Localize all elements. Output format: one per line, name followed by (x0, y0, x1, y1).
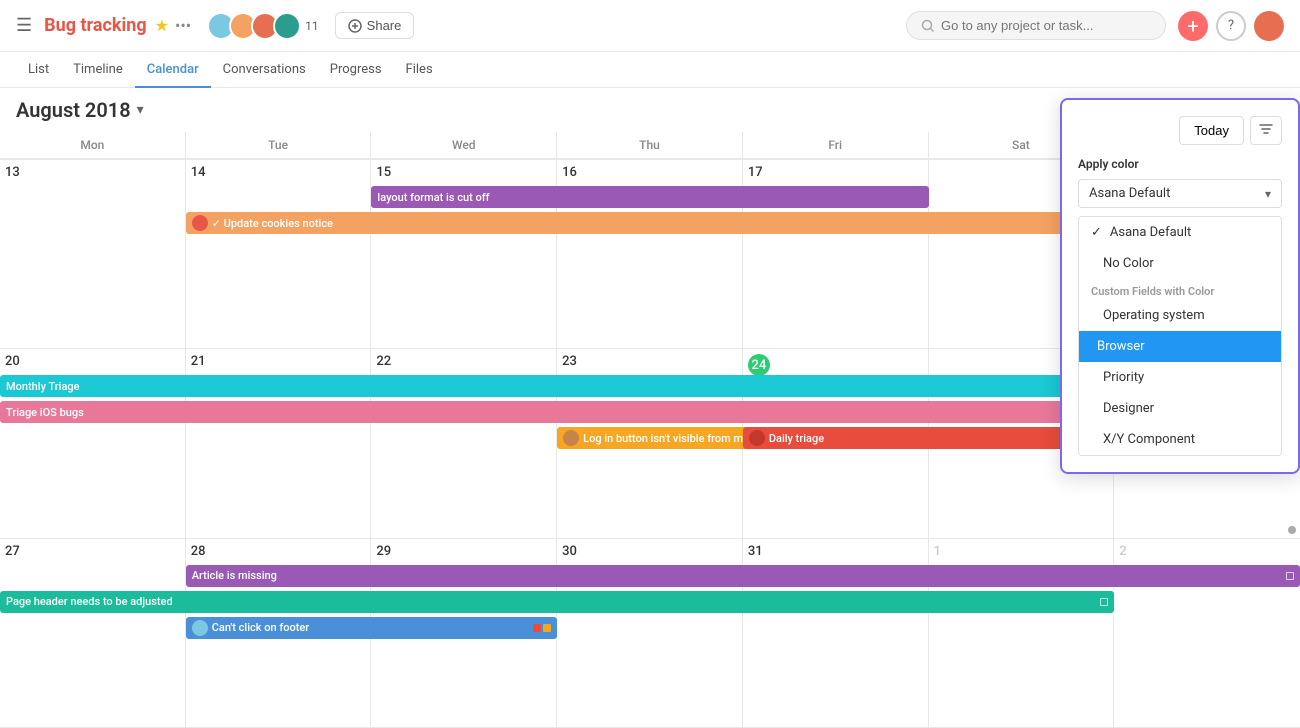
color-option-no-color[interactable]: No Color (1079, 248, 1281, 279)
day-number: 21 (191, 354, 366, 369)
menu-icon[interactable]: ☰ (16, 15, 32, 36)
day-14: 14 (186, 160, 372, 348)
tab-calendar[interactable]: Calendar (135, 52, 211, 88)
day-number: 29 (376, 544, 551, 559)
tab-list[interactable]: List (16, 52, 61, 88)
scroll-indicator (1288, 526, 1296, 534)
event-article-missing[interactable]: Article is missing (186, 565, 1300, 587)
color-option-operating-system[interactable]: Operating system (1079, 300, 1281, 331)
day-number: 16 (562, 165, 737, 180)
day-header-wed: Wed (371, 132, 557, 159)
day-number-today: 24 (748, 354, 770, 376)
search-bar[interactable] (906, 11, 1166, 40)
calendar-area: August 2018 ▾ Mon Tue Wed Thu Fri Sat Su… (0, 88, 1300, 728)
color-option-priority[interactable]: Priority (1079, 362, 1281, 393)
avatar-group: 11 (207, 12, 319, 40)
event-cant-click-footer[interactable]: Can't click on footer (186, 617, 557, 639)
day-number: 14 (191, 165, 366, 180)
color-option-designer[interactable]: Designer (1079, 393, 1281, 424)
day-number: 27 (5, 544, 180, 559)
filter-button[interactable] (1250, 116, 1282, 145)
user-avatar[interactable] (1254, 11, 1284, 41)
topbar: ☰ Bug tracking ★ ••• 11 Share + ? (0, 0, 1300, 52)
day-number: 31 (748, 544, 923, 559)
day-header-mon: Mon (0, 132, 186, 159)
share-button[interactable]: Share (335, 12, 415, 39)
day-number: 2 (1119, 544, 1295, 559)
nav-tabs: List Timeline Calendar Conversations Pro… (0, 52, 1300, 88)
star-icon[interactable]: ★ (155, 16, 169, 35)
color-section-custom-fields: Custom Fields with Color (1079, 279, 1281, 300)
day-number: 13 (5, 165, 180, 180)
day-number: 22 (376, 354, 551, 369)
project-title: Bug tracking (44, 15, 146, 36)
event-triage-ios[interactable]: Triage iOS bugs (0, 401, 1114, 423)
day-number: 15 (376, 165, 551, 180)
day-number: 30 (562, 544, 737, 559)
event-page-header[interactable]: Page header needs to be adjusted (0, 591, 1114, 613)
tab-timeline[interactable]: Timeline (61, 52, 135, 88)
day-27: 27 (0, 539, 186, 727)
search-input[interactable] (941, 18, 1141, 33)
day-number: 17 (748, 165, 923, 180)
color-options-list: Asana Default No Color Custom Fields wit… (1078, 216, 1282, 456)
event-daily-triage[interactable]: Daily triage (743, 427, 1114, 449)
day-number: 23 (562, 354, 737, 369)
day-13: 13 (0, 160, 186, 348)
day-number: 28 (191, 544, 366, 559)
member-count: 11 (305, 19, 319, 33)
day-number: 1 (934, 544, 1109, 559)
tab-conversations[interactable]: Conversations (211, 52, 318, 88)
month-title: August 2018 (16, 98, 131, 122)
apply-color-label: Apply color (1078, 157, 1282, 171)
color-option-browser[interactable]: Browser (1079, 331, 1281, 362)
help-button[interactable]: ? (1216, 11, 1246, 41)
day-header-tue: Tue (186, 132, 372, 159)
day-number: 20 (5, 354, 180, 369)
month-dropdown-icon[interactable]: ▾ (137, 102, 144, 118)
day-header-thu: Thu (557, 132, 743, 159)
color-option-asana-default[interactable]: Asana Default (1079, 217, 1281, 248)
tab-files[interactable]: Files (394, 52, 445, 88)
add-button[interactable]: + (1178, 11, 1208, 41)
tab-progress[interactable]: Progress (318, 52, 394, 88)
event-update-cookies[interactable]: ✓ Update cookies notice (186, 212, 1115, 234)
color-dropdown-value: Asana Default (1089, 186, 1170, 201)
today-button[interactable]: Today (1179, 116, 1244, 145)
color-option-xy-component[interactable]: X/Y Component (1079, 424, 1281, 455)
controls-panel: Today Apply color Asana Default ▾ Asana … (1060, 98, 1300, 474)
controls-top-row: Today (1078, 116, 1282, 145)
week-row-3: 27 28 29 30 31 1 2 Article is missing Pa… (0, 539, 1300, 728)
day-header-fri: Fri (743, 132, 929, 159)
avatar (273, 12, 301, 40)
event-layout-format[interactable]: layout format is cut off (371, 186, 928, 208)
color-dropdown[interactable]: Asana Default ▾ (1078, 179, 1282, 208)
chevron-down-icon: ▾ (1265, 187, 1271, 201)
more-icon[interactable]: ••• (175, 16, 191, 35)
